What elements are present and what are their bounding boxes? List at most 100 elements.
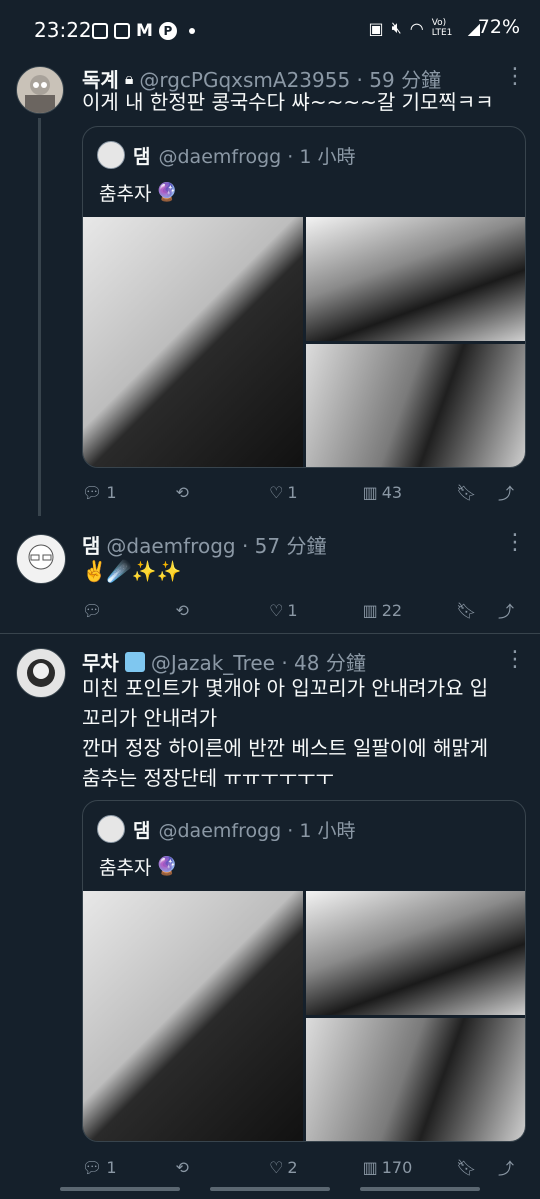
views-count: 170 — [381, 1157, 413, 1177]
quote-display-name: 댐 — [133, 145, 151, 168]
reply-icon: 💬︎ — [82, 482, 103, 502]
quote-text-row: 춤추자 🔮 — [99, 853, 178, 880]
tweet-header: 무차 @Jazak_Tree · 48 分鐘 — [82, 647, 366, 676]
home-nav-pill[interactable] — [210, 1187, 330, 1191]
more-options-icon[interactable]: ⋮ — [504, 647, 526, 672]
quote-header: 댐 @daemfrogg · 1 小時 — [97, 141, 355, 169]
crystal-ball-icon: 🔮 — [155, 182, 178, 203]
quote-text-row: 춤추자 🔮 — [99, 179, 178, 206]
media-image[interactable] — [306, 1018, 525, 1141]
tweet-text-line: 춤추는 정장단테 ㅠㅠㅜㅜㅜㅜ — [82, 766, 334, 790]
like-button[interactable]: ♡ 2 — [269, 1158, 341, 1177]
bookmark-button[interactable]: 🔖︎ — [456, 601, 476, 620]
quote-avatar — [97, 141, 125, 169]
media-image[interactable] — [83, 217, 303, 467]
tweet-text: 이게 내 한정판 콩국수다 쌰~~~~갈 기모찍ㅋㅋ — [82, 90, 494, 114]
reply-button[interactable]: 💬︎ 1 — [82, 483, 154, 502]
bookmark-icon: 🔖︎ — [456, 600, 477, 620]
avatar[interactable] — [16, 648, 66, 698]
avatar[interactable] — [16, 66, 64, 114]
reply-button[interactable]: 💬︎ 1 — [82, 1158, 154, 1177]
media-grid — [83, 891, 525, 1141]
media-image[interactable] — [306, 891, 525, 1015]
bookmark-icon: 🔖︎ — [456, 482, 477, 502]
heart-icon: ♡ — [269, 600, 284, 620]
views-icon: ▥ — [362, 482, 378, 502]
media-image[interactable] — [306, 217, 525, 341]
divider — [0, 633, 540, 634]
bookmark-button[interactable]: 🔖︎ — [456, 483, 476, 502]
tweet-actions: 💬︎ 1 ⟲ ♡ 2 ▥ 170 🔖︎ ⤴ — [82, 1155, 514, 1179]
system-nav-bar — [0, 1181, 540, 1199]
more-options-icon[interactable]: ⋮ — [504, 530, 526, 555]
reply-button[interactable]: 💬︎ — [82, 601, 154, 620]
tweet-text-line: 깐머 정장 하이른에 반깐 베스트 일팔이에 해맑게 — [82, 736, 489, 760]
quote-tweet[interactable]: 댐 @daemfrogg · 1 小時 춤추자 🔮 — [82, 126, 526, 468]
bookmark-icon: 🔖︎ — [456, 1157, 477, 1177]
avatar-illustration — [27, 659, 55, 687]
views-count: 43 — [381, 482, 403, 502]
views-count: 22 — [381, 600, 403, 620]
media-grid — [83, 217, 525, 467]
tweet-actions: 💬︎ ⟲ ♡ 1 ▥ 22 🔖︎ ⤴ — [82, 598, 514, 622]
quote-header: 댐 @daemfrogg · 1 小時 — [97, 815, 355, 843]
quote-handle-time: @daemfrogg · 1 小時 — [158, 145, 356, 168]
retweet-button[interactable]: ⟲ — [176, 601, 248, 620]
back-nav-pill[interactable] — [360, 1187, 480, 1191]
system-icons: ▣ 🔇︎ ◠ Vo) LTE1 ◢ — [369, 18, 481, 38]
avatar[interactable] — [16, 534, 66, 584]
reply-icon: 💬︎ — [82, 600, 103, 620]
recents-nav-pill[interactable] — [60, 1187, 180, 1191]
status-time: 23:22 — [34, 18, 92, 42]
share-button[interactable]: ⤴ — [498, 598, 514, 622]
handle-time[interactable]: @daemfrogg · 57 分鐘 — [106, 530, 326, 559]
avatar-illustration — [25, 75, 55, 113]
media-image[interactable] — [306, 344, 525, 467]
ice-cube-icon — [124, 651, 145, 672]
like-button[interactable]: ♡ 1 — [269, 483, 341, 502]
notification-icons: M P — [92, 21, 195, 41]
media-image[interactable] — [83, 891, 303, 1141]
display-name[interactable]: 무차 — [82, 647, 119, 676]
status-bar: 23:22 M P ▣ 🔇︎ ◠ Vo) LTE1 ◢ 72% — [0, 0, 540, 60]
gmail-icon: M — [136, 21, 153, 41]
share-icon: ⤴ — [497, 1159, 514, 1178]
p-app-icon: P — [158, 22, 177, 40]
tweet-text: ✌️☄️✨✨ — [82, 559, 182, 583]
tweet-text-line: 미친 포인트가 몇개야 아 입꼬리가 안내려가요 입 — [82, 676, 489, 700]
reply-icon: 💬︎ — [82, 1157, 103, 1177]
image-icon — [92, 23, 108, 39]
battery-saver-icon: ▣ — [368, 18, 384, 38]
tweet-text-line: 꼬리가 안내려가 — [82, 706, 218, 730]
like-count: 1 — [287, 600, 298, 620]
retweet-button[interactable]: ⟲ — [176, 1158, 248, 1177]
share-button[interactable]: ⤴ — [498, 1155, 514, 1179]
quote-text: 춤추자 — [99, 857, 152, 879]
bookmark-button[interactable]: 🔖︎ — [456, 1158, 476, 1177]
like-count: 2 — [287, 1157, 298, 1177]
thread-line — [38, 118, 41, 516]
gallery-icon — [114, 23, 130, 39]
reply-count: 1 — [106, 1157, 117, 1177]
quote-tweet[interactable]: 댐 @daemfrogg · 1 小時 춤추자 🔮 — [82, 800, 526, 1142]
handle-time[interactable]: @Jazak_Tree · 48 分鐘 — [151, 647, 366, 676]
share-icon: ⤴ — [497, 484, 514, 503]
display-name[interactable]: 댐 — [82, 530, 100, 559]
more-options-icon[interactable]: ⋮ — [504, 64, 526, 89]
views-button[interactable]: ▥ 170 — [363, 1158, 435, 1177]
tweet-actions: 💬︎ 1 ⟲ ♡ 1 ▥ 43 🔖︎ ⤴ — [82, 480, 514, 504]
lock-icon: 🔒︎ — [124, 68, 134, 88]
lte-label: Vo) LTE1 — [431, 18, 453, 38]
quote-avatar — [97, 815, 125, 843]
crystal-ball-icon: 🔮 — [155, 856, 178, 877]
retweet-button[interactable]: ⟲ — [176, 483, 248, 502]
views-button[interactable]: ▥ 43 — [363, 483, 435, 502]
share-button[interactable]: ⤴ — [498, 480, 514, 504]
avatar-illustration — [28, 544, 54, 570]
retweet-icon: ⟲ — [175, 482, 189, 502]
wifi-icon: ◠ — [409, 18, 424, 38]
like-button[interactable]: ♡ 1 — [269, 601, 341, 620]
heart-icon: ♡ — [269, 482, 284, 502]
quote-text: 춤추자 — [99, 183, 152, 205]
views-button[interactable]: ▥ 22 — [363, 601, 435, 620]
